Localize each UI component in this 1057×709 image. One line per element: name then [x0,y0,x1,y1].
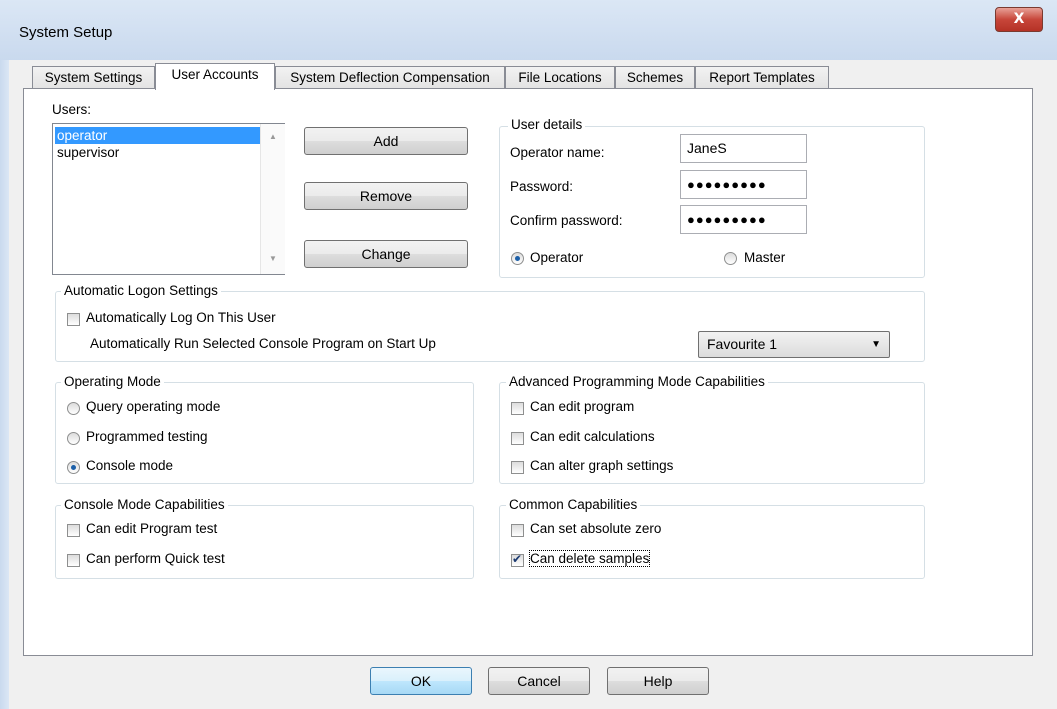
cancel-button[interactable]: Cancel [488,667,590,695]
programmed-testing-radio[interactable] [67,432,80,445]
can-perform-quick-test-label[interactable]: Can perform Quick test [86,551,225,566]
close-button[interactable]: X [995,7,1043,32]
add-button[interactable]: Add [304,127,468,155]
ok-button[interactable]: OK [370,667,472,695]
master-radio[interactable] [724,252,737,265]
system-setup-window: System Setup X System Settings User Acco… [0,0,1057,709]
can-edit-program-test-checkbox[interactable] [67,524,80,537]
query-mode-radio[interactable] [67,402,80,415]
can-set-absolute-zero-label[interactable]: Can set absolute zero [530,521,661,536]
can-alter-graph-settings-label[interactable]: Can alter graph settings [530,458,673,473]
tab-schemes[interactable]: Schemes [615,66,695,88]
tab-report-templates[interactable]: Report Templates [695,66,829,88]
can-edit-program-label[interactable]: Can edit program [530,399,634,414]
console-mode-radio[interactable] [67,461,80,474]
operator-name-field[interactable]: JaneS [680,134,807,163]
can-delete-samples-checkbox[interactable] [511,552,524,567]
console-capabilities-group [55,505,474,579]
users-listbox[interactable]: operator supervisor ▲ ▼ [52,123,285,275]
can-alter-graph-settings-checkbox[interactable] [511,461,524,474]
tab-system-deflection-compensation[interactable]: System Deflection Compensation [275,66,505,88]
users-scrollbar[interactable]: ▲ ▼ [260,124,285,274]
advanced-capabilities-legend: Advanced Programming Mode Capabilities [506,374,768,389]
auto-log-on-label[interactable]: Automatically Log On This User [86,310,276,325]
program-select[interactable]: Favourite 1 ▼ [698,331,890,358]
user-details-legend: User details [508,117,586,132]
common-capabilities-group [499,505,925,579]
can-edit-program-checkbox[interactable] [511,402,524,415]
operator-radio[interactable] [511,252,524,265]
auto-log-on-checkbox[interactable] [67,313,80,326]
auto-logon-legend: Automatic Logon Settings [61,283,221,298]
scroll-up-icon[interactable]: ▲ [269,132,277,141]
confirm-password-label: Confirm password: [510,213,623,228]
list-item[interactable]: operator [55,127,261,144]
confirm-password-field[interactable]: ●●●●●●●●● [680,205,807,234]
can-edit-calculations-label[interactable]: Can edit calculations [530,429,655,444]
tab-system-settings[interactable]: System Settings [32,66,155,88]
operator-radio-label[interactable]: Operator [530,250,583,265]
can-perform-quick-test-checkbox[interactable] [67,554,80,567]
console-mode-label[interactable]: Console mode [86,458,173,473]
can-delete-samples-label[interactable]: Can delete samples [528,550,651,567]
console-capabilities-legend: Console Mode Capabilities [61,497,228,512]
window-title: System Setup [19,24,113,41]
title-bar: System Setup X [0,0,1057,60]
list-item[interactable]: supervisor [55,144,119,161]
master-radio-label[interactable]: Master [744,250,785,265]
window-frame [0,60,9,709]
auto-run-label: Automatically Run Selected Console Progr… [90,336,436,351]
help-button[interactable]: Help [607,667,709,695]
can-edit-program-test-label[interactable]: Can edit Program test [86,521,217,536]
close-icon: X [1013,11,1025,27]
can-edit-calculations-checkbox[interactable] [511,432,524,445]
change-button[interactable]: Change [304,240,468,268]
users-label: Users: [52,102,92,117]
common-capabilities-legend: Common Capabilities [506,497,641,512]
password-label: Password: [510,179,574,194]
query-mode-label[interactable]: Query operating mode [86,399,220,414]
programmed-testing-label[interactable]: Programmed testing [86,429,208,444]
tab-file-locations[interactable]: File Locations [505,66,615,88]
tab-user-accounts[interactable]: User Accounts [155,63,275,90]
scroll-down-icon[interactable]: ▼ [269,254,277,263]
password-field[interactable]: ●●●●●●●●● [680,170,807,199]
program-select-value: Favourite 1 [707,336,778,352]
remove-button[interactable]: Remove [304,182,468,210]
operating-mode-legend: Operating Mode [61,374,164,389]
can-set-absolute-zero-checkbox[interactable] [511,524,524,537]
operator-name-label: Operator name: [510,145,605,160]
chevron-down-icon: ▼ [871,339,881,350]
